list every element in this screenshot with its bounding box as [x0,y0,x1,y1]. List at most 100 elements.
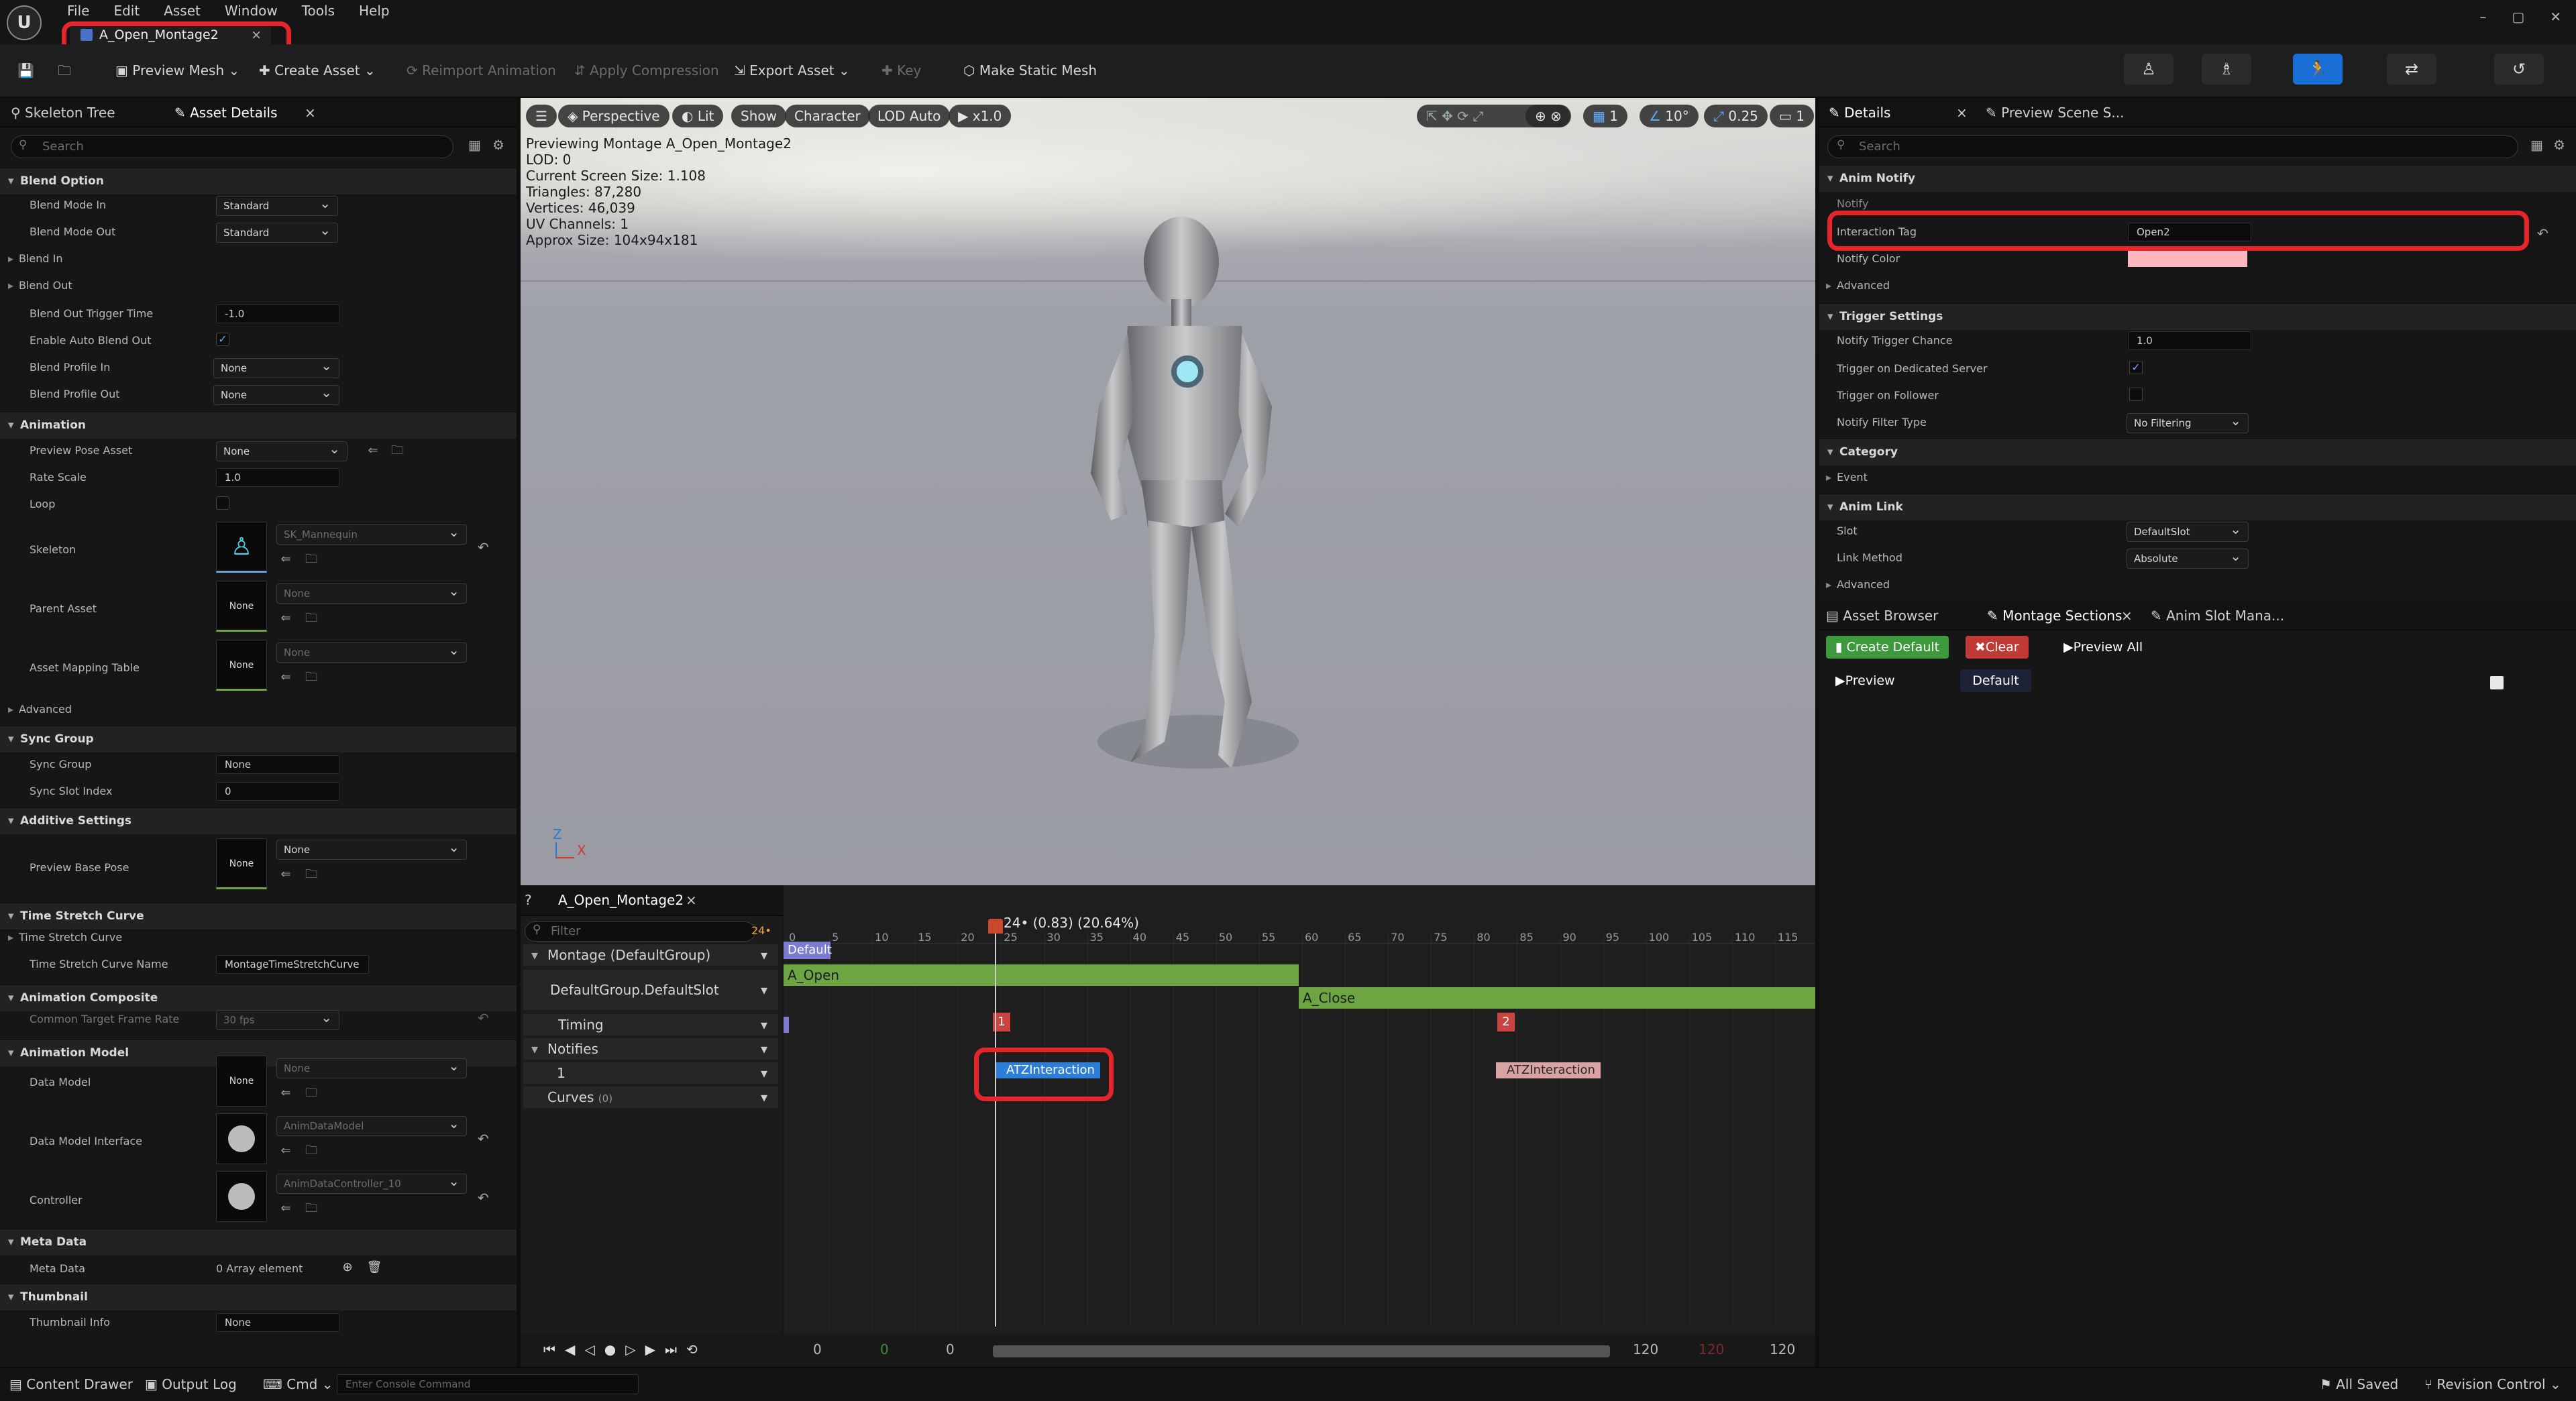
notify-atz-interaction-2[interactable]: ATZInteraction [1496,1062,1601,1078]
browse-asset-icon[interactable]: 🗀 [303,1200,319,1217]
interface-select[interactable]: AnimDataModel [276,1114,467,1136]
current-frame[interactable]: 0 [946,1341,955,1357]
range-end[interactable]: 120 [1633,1341,1658,1357]
frame-rate-select[interactable]: 30 fps [216,1008,339,1030]
browse-asset-icon[interactable]: 🗀 [389,443,405,459]
section-sync-group[interactable]: Sync Group [0,726,517,752]
rate-scale-input[interactable]: 1.0 [216,468,339,487]
menu-file[interactable]: File [67,0,89,20]
reset-icon[interactable]: ↶ [478,1131,489,1147]
console-command-input[interactable]: Enter Console Command [337,1374,639,1394]
camera-speed-button[interactable]: ▭ 1 [1770,105,1814,127]
perspective-button[interactable]: ◈ Perspective [558,105,669,127]
dropdown-icon[interactable]: ▾ [761,944,767,966]
save-icon[interactable]: 💾 [17,60,34,80]
preview-all-button[interactable]: ▶Preview All [2054,636,2152,659]
tab-asset-browser[interactable]: ▤ Asset Browser [1826,608,1938,624]
transport-controls[interactable]: ⏮◀◁●▷▶⏭⟲ [543,1341,707,1357]
filter-type-select[interactable]: No Filtering [2127,411,2249,433]
track-filter-input[interactable]: Filter [525,921,755,942]
document-tab[interactable]: A_Open_Montage2 × [70,25,271,44]
arrow-left-icon[interactable]: ⇐ [278,1200,294,1217]
thumbnail-info-input[interactable]: None [216,1313,339,1332]
blend-profile-out-select[interactable]: None [213,383,339,405]
section-square-button[interactable] [2490,676,2504,689]
reimport-animation-button[interactable]: ⟳ Reimport Animation [407,60,556,80]
dropdown-icon[interactable]: ▾ [761,970,767,1010]
content-drawer-button[interactable]: ▤ Content Drawer [9,1376,133,1392]
apply-compression-button[interactable]: ⇵ Apply Compression [574,60,719,80]
blend-out-trigger-input[interactable]: -1.0 [216,304,339,323]
notify-track-row[interactable]: 1 ▾ [523,1062,778,1084]
range-start-green[interactable]: 0 [880,1341,889,1357]
dropdown-icon[interactable]: ▾ [761,1014,767,1035]
details-search-input[interactable]: Search [11,135,453,158]
slot-select[interactable]: DefaultSlot [2127,520,2249,542]
table-view-icon[interactable]: ▦ [468,137,481,153]
tab-skeleton-tree[interactable]: ⚲ Skeleton Tree [11,105,115,121]
parent-asset-select[interactable]: None [276,581,467,604]
browse-asset-icon[interactable]: 🗀 [303,1085,319,1101]
loop-checkbox[interactable] [216,496,229,510]
controller-select[interactable]: AnimDataController_10 [276,1172,467,1194]
browse-asset-icon[interactable]: 🗀 [303,866,319,883]
maximize-button[interactable]: ▢ [2512,0,2524,34]
notify-color-swatch[interactable] [2128,249,2247,267]
preview-mesh-button[interactable]: ▣ Preview Mesh ⌄ [115,60,239,80]
physics-mode-button[interactable]: ↺ [2494,54,2544,85]
revision-control-button[interactable]: ⑂ Revision Control ⌄ [2424,1376,2561,1392]
skeleton-mode-button[interactable]: ♙ [2124,54,2174,85]
section-anim-notify[interactable]: Anim Notify [1819,165,2576,192]
default-section-button[interactable]: Default [1960,669,2031,692]
auto-blend-out-checkbox[interactable]: ✓ [216,333,229,346]
character-button[interactable]: Character [785,105,870,127]
dropdown-icon[interactable]: ▾ [761,1086,767,1108]
blueprint-mode-button[interactable]: ⇄ [2387,54,2436,85]
key-button[interactable]: ✚ Key [881,60,921,80]
scale-snap-button[interactable]: ⤢ 0.25 [1704,105,1768,127]
preview-pose-select[interactable]: None [216,439,347,461]
section-category[interactable]: Category [1819,439,2576,465]
unreal-logo-icon[interactable]: U [7,5,42,40]
snap-tools[interactable]: ⊕ ⊗ [1525,105,1571,127]
default-section-marker[interactable]: Default [784,942,832,959]
show-button[interactable]: Show [731,105,786,127]
arrow-left-icon[interactable]: ⇐ [278,1143,294,1159]
section-meta-data[interactable]: Meta Data [0,1229,517,1255]
preview-button[interactable]: ▶Preview [1826,669,1904,692]
clear-button[interactable]: ✖Clear [1966,636,2029,659]
cmd-dropdown[interactable]: ⌨ Cmd ⌄ [263,1376,333,1392]
blend-profile-in-select[interactable]: None [213,356,339,378]
close-icon[interactable]: × [2121,608,2133,624]
section-additive-settings[interactable]: Additive Settings [0,807,517,834]
curve-name-input[interactable]: MontageTimeStretchCurve [216,955,369,974]
viewport-menu-button[interactable]: ☰ [526,105,557,127]
blend-mode-out-select[interactable]: Standard [216,221,338,243]
sync-slot-index-input[interactable]: 0 [216,782,339,801]
lit-button[interactable]: ◐ Lit [672,105,724,127]
browse-icon[interactable]: 🗀 [58,60,71,80]
range-end-red[interactable]: 120 [1699,1341,1724,1357]
details-search-input[interactable]: Search [1827,135,2518,158]
clip-a-close[interactable]: A_Close [1299,987,1815,1009]
trigger-follower-checkbox[interactable] [2129,388,2143,401]
tab-asset-details[interactable]: ✎ Asset Details [174,105,278,121]
trigger-chance-input[interactable]: 1.0 [2128,331,2251,350]
arrow-left-icon[interactable]: ⇐ [278,610,294,626]
timeline-area[interactable]: 0 5 10 15 20 25 30 35 40 45 50 55 60 65 70 75 80 85 90 95 10… [784,885,1815,1367]
browse-asset-icon[interactable]: 🗀 [303,669,319,685]
slot-row[interactable]: DefaultGroup.DefaultSlot ▾ [523,970,778,1010]
curves-row[interactable]: Curves (0) ▾ [523,1086,778,1108]
mapping-thumbnail[interactable]: None [216,640,267,691]
montage-group-row[interactable]: ▾ Montage (DefaultGroup) ▾ [523,944,778,966]
angle-snap-button[interactable]: ∠ 10° [1640,105,1699,127]
reset-icon[interactable]: ↶ [478,1010,489,1026]
section-thumbnail[interactable]: Thumbnail [0,1284,517,1310]
range-start[interactable]: 0 [813,1341,822,1357]
link-method-select[interactable]: Absolute [2127,547,2249,569]
delete-icon[interactable]: 🗑 [366,1259,382,1276]
timing-marker-2[interactable]: 2 [1497,1013,1515,1031]
arrow-left-icon[interactable]: ⇐ [278,551,294,567]
timeline-scrollbar[interactable] [993,1345,1610,1357]
sync-group-input[interactable]: None [216,755,339,774]
